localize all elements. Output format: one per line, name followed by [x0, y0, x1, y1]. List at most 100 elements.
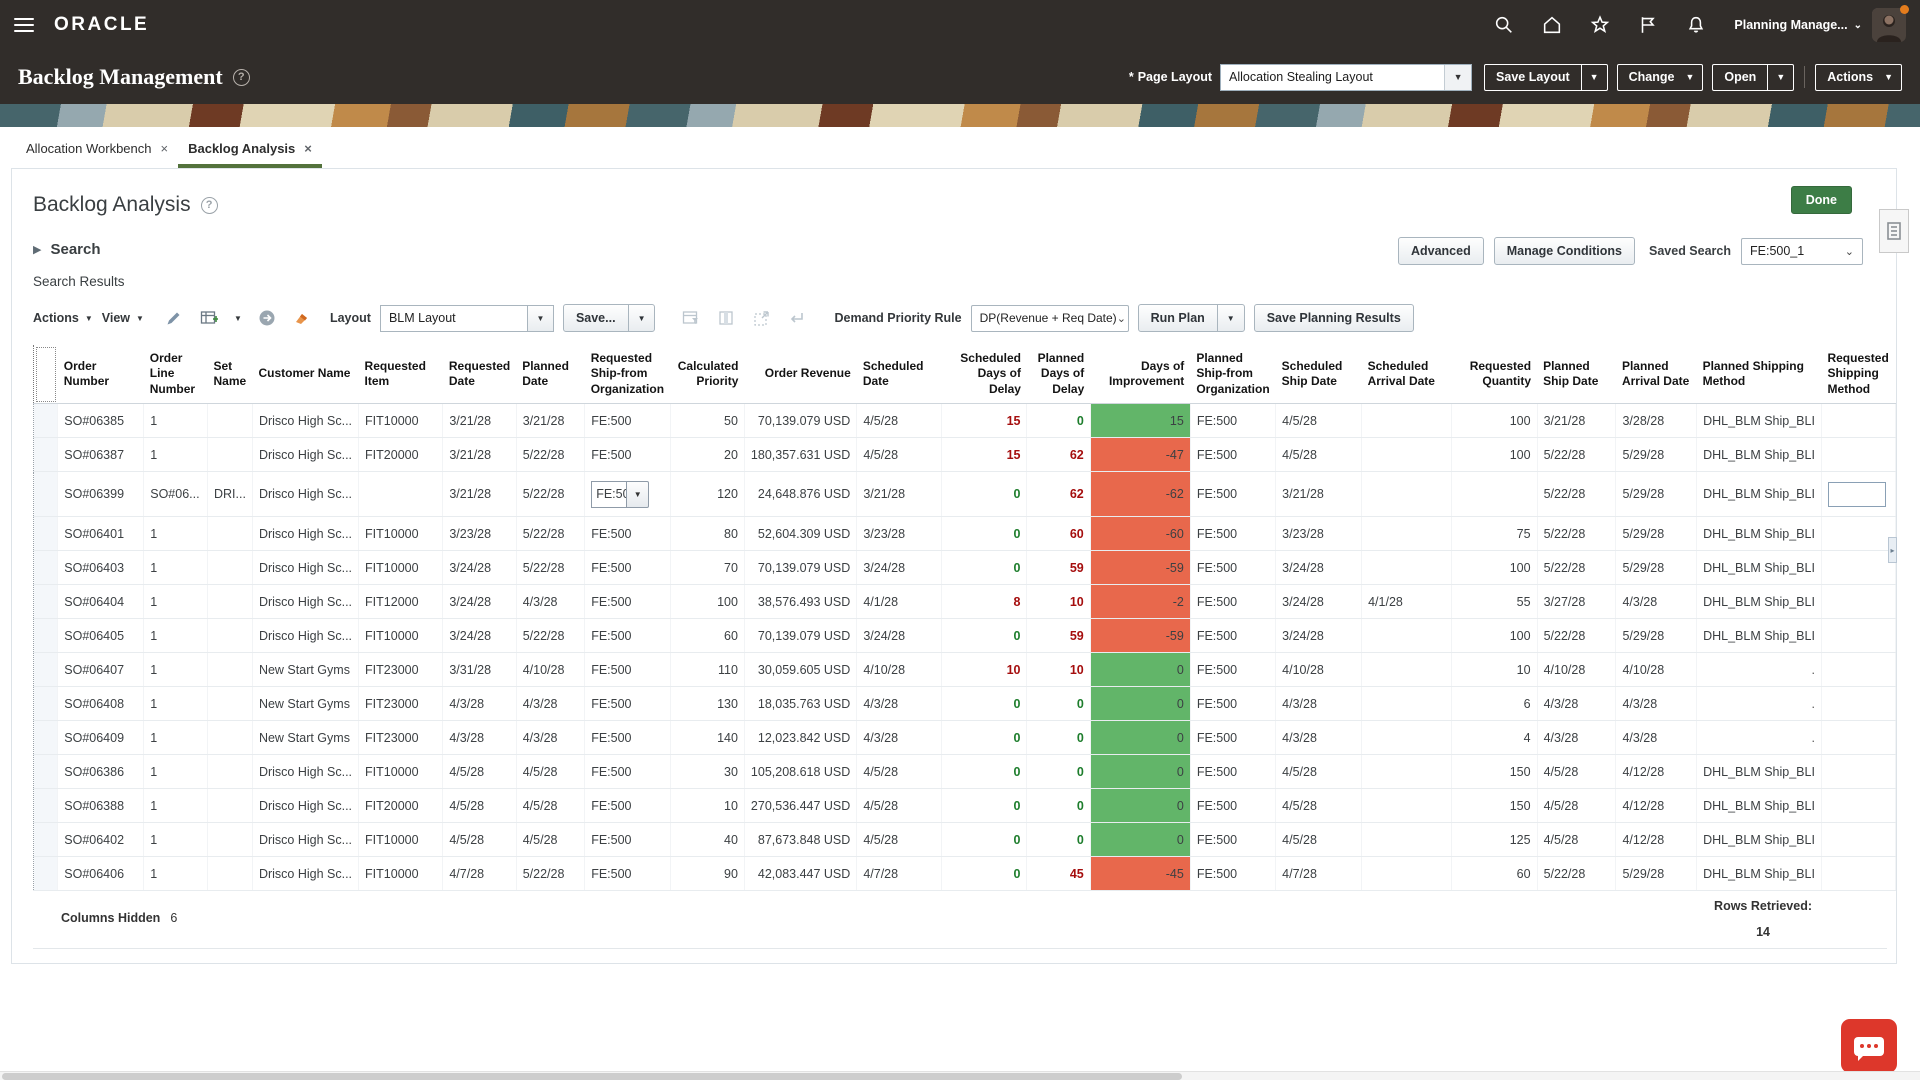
table-row[interactable]: SO#064011Drisco High Sc...FIT100003/23/2… — [34, 517, 1896, 551]
save-layout-dropdown-icon[interactable]: ▼ — [1581, 65, 1607, 90]
saved-search-select[interactable]: FE:500_1 ⌄ — [1741, 238, 1863, 265]
column-header-planned-ship-from[interactable]: Planned Ship-from Organization — [1190, 345, 1275, 404]
run-plan-dropdown-icon[interactable]: ▼ — [1217, 305, 1244, 331]
column-header-sched-ship-date[interactable]: Scheduled Ship Date — [1276, 345, 1362, 404]
column-header-set-name[interactable]: Set Name — [208, 345, 253, 404]
cell-row-handle[interactable] — [34, 687, 58, 721]
table-row[interactable]: SO#063851Drisco High Sc...FIT100003/21/2… — [34, 404, 1896, 438]
open-dropdown-icon[interactable]: ▼ — [1767, 65, 1793, 90]
table-row[interactable]: SO#064081New Start GymsFIT230004/3/284/3… — [34, 687, 1896, 721]
column-header-planned-arrival[interactable]: Planned Arrival Date — [1616, 345, 1697, 404]
manage-conditions-button[interactable]: Manage Conditions — [1494, 237, 1635, 265]
dropdown-arrow-icon[interactable]: ▼ — [627, 481, 649, 508]
flag-icon[interactable] — [1628, 7, 1668, 43]
go-to-row-icon[interactable] — [254, 305, 280, 331]
actions-dropdown-icon[interactable]: ▼ — [1884, 65, 1901, 90]
layout-select[interactable]: BLM Layout ▼ — [380, 305, 554, 332]
column-header-req-date[interactable]: Requested Date — [443, 345, 516, 404]
ship-from-org-combobox[interactable]: FE:50▼ — [591, 481, 649, 508]
page-layout-select[interactable]: Allocation Stealing Layout ▼ — [1220, 64, 1472, 91]
table-row[interactable]: SO#064021Drisco High Sc...FIT100004/5/28… — [34, 823, 1896, 857]
scrollbar-thumb[interactable] — [2, 1073, 1182, 1080]
cell-row-handle[interactable] — [34, 721, 58, 755]
cell-row-handle[interactable] — [34, 619, 58, 653]
column-header-ship-method[interactable]: Planned Shipping Method — [1697, 345, 1822, 404]
table-row[interactable]: SO#064071New Start GymsFIT230003/31/284/… — [34, 653, 1896, 687]
table-row[interactable]: SO#063871Drisco High Sc...FIT200003/21/2… — [34, 438, 1896, 472]
column-header-planned-ship-date[interactable]: Planned Ship Date — [1537, 345, 1616, 404]
demand-priority-rule-select[interactable]: DP(Revenue + Req Date) ⌄ — [971, 305, 1129, 332]
cell-row-handle[interactable] — [34, 551, 58, 585]
cell-row-handle[interactable] — [34, 789, 58, 823]
save-layout-split-button[interactable]: Save... ▼ — [563, 304, 656, 332]
close-icon[interactable]: × — [161, 141, 169, 156]
column-header-calc-priority[interactable]: Calculated Priority — [671, 345, 745, 404]
eraser-icon[interactable] — [289, 305, 315, 331]
column-header-planned-delay[interactable]: Planned Days of Delay — [1027, 345, 1090, 404]
help-icon[interactable]: ? — [233, 69, 250, 86]
table-row[interactable]: SO#064061Drisco High Sc...FIT100004/7/28… — [34, 857, 1896, 891]
cell-row-handle[interactable] — [34, 438, 58, 472]
cell-row-handle[interactable] — [34, 404, 58, 438]
column-header-req-ship-method[interactable]: Requested Shipping Method — [1821, 345, 1895, 404]
save-planning-results-button[interactable]: Save Planning Results — [1254, 304, 1414, 332]
done-button[interactable]: Done — [1791, 186, 1852, 214]
search-icon[interactable] — [1484, 7, 1524, 43]
run-plan-button[interactable]: Run Plan ▼ — [1138, 304, 1245, 332]
cell-row-handle[interactable] — [34, 653, 58, 687]
edit-pencil-icon[interactable] — [161, 305, 187, 331]
cell-row-handle[interactable] — [34, 472, 58, 517]
requested-shipping-method-input[interactable] — [1828, 482, 1886, 507]
column-header-sched-date[interactable]: Scheduled Date — [857, 345, 941, 404]
cell-row-handle[interactable] — [34, 517, 58, 551]
table-row[interactable]: SO#064031Drisco High Sc...FIT100003/24/2… — [34, 551, 1896, 585]
home-icon[interactable] — [1532, 7, 1572, 43]
table-row[interactable]: SO#063881Drisco High Sc...FIT200004/5/28… — [34, 789, 1896, 823]
close-icon[interactable]: × — [304, 141, 312, 156]
table-row[interactable]: SO#064091New Start GymsFIT230004/3/284/3… — [34, 721, 1896, 755]
table-scroll-right-nub[interactable]: ▸ — [1888, 537, 1897, 563]
tab-allocation-workbench[interactable]: Allocation Workbench × — [16, 132, 178, 168]
column-header-customer[interactable]: Customer Name — [252, 345, 358, 404]
cell-row-handle[interactable] — [34, 585, 58, 619]
avatar[interactable] — [1872, 8, 1906, 42]
save-dropdown-icon[interactable]: ▼ — [628, 305, 655, 331]
change-button[interactable]: Change ▼ — [1617, 64, 1704, 91]
columns-dropdown-icon[interactable]: ▼ — [231, 305, 245, 331]
column-header-req-item[interactable]: Requested Item — [359, 345, 443, 404]
user-menu[interactable]: Planning Manage... ⌄ — [1734, 18, 1862, 32]
column-header-planned-date[interactable]: Planned Date — [516, 345, 584, 404]
column-header-order-revenue[interactable]: Order Revenue — [744, 345, 856, 404]
dropdown-arrow-icon[interactable]: ▼ — [1444, 65, 1471, 90]
save-layout-button[interactable]: Save Layout ▼ — [1484, 64, 1608, 91]
column-header-order-number[interactable]: Order Number — [58, 345, 144, 404]
table-row[interactable]: SO#064041Drisco High Sc...FIT120003/24/2… — [34, 585, 1896, 619]
table-row[interactable]: SO#064051Drisco High Sc...FIT100003/24/2… — [34, 619, 1896, 653]
cell-row-handle[interactable] — [34, 823, 58, 857]
horizontal-scrollbar[interactable] — [0, 1071, 1920, 1080]
column-header-sched-delay[interactable]: Scheduled Days of Delay — [941, 345, 1027, 404]
column-header-sched-arrival[interactable]: Scheduled Arrival Date — [1362, 345, 1451, 404]
table-view-menu[interactable]: View▼ — [102, 311, 144, 325]
dropdown-arrow-icon[interactable]: ▼ — [528, 305, 554, 332]
column-header-improvement[interactable]: Days of Improvement — [1090, 345, 1190, 404]
help-icon[interactable]: ? — [201, 197, 218, 214]
cell-row-handle[interactable] — [34, 857, 58, 891]
table-actions-menu[interactable]: Actions▼ — [33, 311, 93, 325]
favorites-star-icon[interactable] — [1580, 7, 1620, 43]
disclosure-triangle-icon[interactable]: ▶ — [33, 243, 41, 256]
table-row[interactable]: SO#06399SO#06...DRI...Drisco High Sc...3… — [34, 472, 1896, 517]
table-columns-icon[interactable] — [196, 305, 222, 331]
tab-backlog-analysis[interactable]: Backlog Analysis × — [178, 132, 322, 168]
column-header-line-number[interactable]: Order Line Number — [144, 345, 208, 404]
column-header-req-ship-from[interactable]: Requested Ship-from Organization — [585, 345, 671, 404]
notifications-bell-icon[interactable] — [1676, 7, 1716, 43]
cell-row-handle[interactable] — [34, 755, 58, 789]
change-dropdown-icon[interactable]: ▼ — [1685, 65, 1702, 90]
assistant-chat-button[interactable] — [1841, 1019, 1897, 1073]
table-row[interactable]: SO#063861Drisco High Sc...FIT100004/5/28… — [34, 755, 1896, 789]
column-header-req-qty[interactable]: Requested Quantity — [1451, 345, 1537, 404]
actions-button[interactable]: Actions ▼ — [1815, 64, 1902, 91]
navigation-menu-icon[interactable] — [14, 18, 34, 32]
advanced-button[interactable]: Advanced — [1398, 237, 1484, 265]
